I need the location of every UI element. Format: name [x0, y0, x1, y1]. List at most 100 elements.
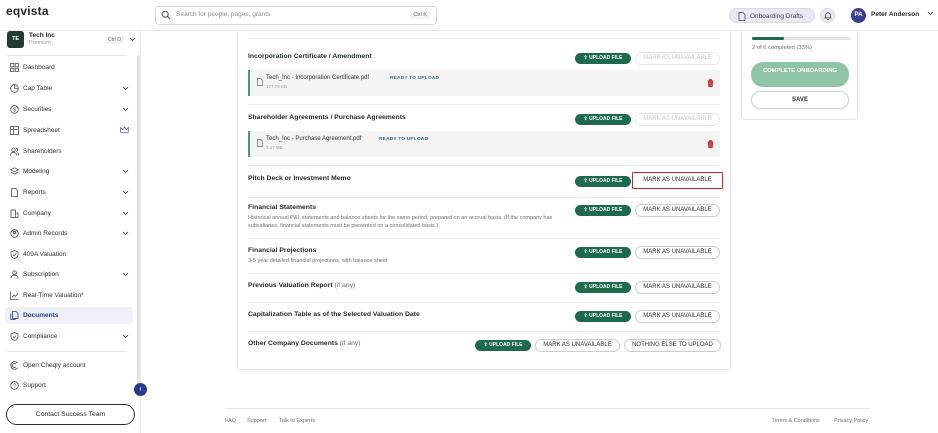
footer-link-terms[interactable]: Terms & Conditions — [772, 418, 820, 424]
upload-file-button[interactable]: ⇪ UPLOAD FILE — [575, 282, 631, 293]
sidebar-item-label: Support — [23, 382, 46, 389]
dollar-icon: $ — [10, 105, 19, 114]
document-description: 3-5 year detailed financial projections,… — [248, 258, 388, 264]
sidebar-item-real-time-valuation[interactable]: Real-Time Valuation* — [5, 287, 133, 304]
sidebar-item-spreadsheet[interactable]: Spreadsheet — [5, 122, 133, 139]
company-shortcut: Ctrl O — [106, 36, 124, 44]
chevron-down-icon — [122, 169, 129, 174]
sidebar-item-dashboard[interactable]: Dashboard — [5, 59, 133, 76]
footer-link-faq[interactable]: FAQ — [225, 418, 236, 424]
sidebar-item-reports[interactable]: Reports — [5, 184, 133, 201]
divider — [248, 197, 720, 198]
upload-label: UPLOAD FILE — [589, 55, 623, 61]
top-bar: eqvista Search for people, pages, grants… — [0, 0, 938, 31]
document-description: Historical annual P&L statements and bal… — [248, 215, 553, 229]
help-circle-icon: ? — [10, 381, 19, 390]
company-plan: Premium — [29, 40, 52, 46]
divider — [7, 351, 127, 352]
file-item: Tech_Inc - Purchase Agreement.pdf 3.17 M… — [248, 131, 720, 157]
upload-label: UPLOAD FILE — [589, 178, 623, 184]
layers-icon — [10, 167, 19, 175]
onboarding-drafts-button[interactable]: Onboarding Drafts — [729, 8, 815, 23]
logo[interactable]: eqvista — [6, 4, 49, 18]
company-switcher[interactable]: TE Tech Inc Premium Ctrl O — [7, 31, 136, 51]
divider — [248, 238, 720, 239]
sidebar: TE Tech Inc Premium Ctrl O Dashboard Cap… — [0, 31, 147, 433]
company-name: Tech Inc — [29, 32, 55, 39]
sidebar-scrollbar[interactable] — [137, 55, 140, 385]
upload-file-button[interactable]: ⇪ UPLOAD FILE — [575, 247, 631, 258]
svg-text:$: $ — [13, 108, 16, 114]
mark-unavailable-button[interactable]: MARK AS UNAVAILABLE — [635, 310, 720, 323]
progress-bar — [752, 37, 850, 40]
document-title: Previous Valuation Report (if any) — [248, 282, 355, 289]
divider — [248, 302, 720, 303]
sidebar-item-409a-valuation[interactable]: 409A Valuation — [5, 246, 133, 263]
mark-unavailable-button[interactable]: MARK AS UNAVAILABLE — [635, 204, 720, 217]
upload-file-button[interactable]: ⇪ UPLOAD FILE — [475, 340, 531, 351]
sidebar-item-subscription[interactable]: Subscription — [5, 266, 133, 283]
upload-label: UPLOAD FILE — [589, 207, 623, 213]
nothing-else-to-upload-button[interactable]: NOTHING ELSE TO UPLOAD — [624, 339, 721, 352]
crown-icon — [120, 126, 129, 133]
search-icon — [161, 10, 171, 20]
save-button[interactable]: SAVE — [751, 91, 849, 109]
footer-link-talk-to-experts[interactable]: Talk to Experts — [279, 418, 315, 424]
bell-icon — [824, 12, 832, 20]
upload-file-button[interactable]: ⇪ UPLOAD FILE — [575, 114, 631, 125]
mark-unavailable-button[interactable]: MARK AS UNAVAILABLE — [635, 52, 720, 65]
sidebar-item-shareholders[interactable]: Shareholders — [5, 143, 133, 160]
chevron-down-icon — [122, 334, 129, 339]
mark-unavailable-button[interactable]: MARK AS UNAVAILABLE — [535, 339, 620, 352]
search-input[interactable]: Search for people, pages, grants Ctrl K — [155, 6, 437, 25]
upload-file-button[interactable]: ⇪ UPLOAD FILE — [575, 53, 631, 64]
search-placeholder: Search for people, pages, grants — [176, 11, 271, 18]
footer-link-support[interactable]: Support — [247, 418, 266, 424]
mark-unavailable-button[interactable]: MARK AS UNAVAILABLE — [635, 113, 720, 126]
sidebar-item-securities[interactable]: $ Securities — [5, 101, 133, 118]
upload-label: UPLOAD FILE — [589, 313, 623, 319]
sidebar-item-documents[interactable]: Documents — [5, 307, 133, 324]
grid-icon — [10, 63, 19, 72]
divider — [248, 104, 720, 105]
sidebar-item-cap-table[interactable]: Cap Table — [5, 80, 133, 97]
optional-tag: (if any) — [334, 282, 356, 289]
mark-unavailable-button[interactable]: MARK AS UNAVAILABLE — [632, 172, 723, 189]
sidebar-item-label: Reports — [23, 189, 46, 196]
chevron-down-icon — [122, 231, 129, 236]
collapse-sidebar-button[interactable]: ‹ — [134, 383, 147, 396]
upload-file-button[interactable]: ⇪ UPLOAD FILE — [575, 205, 631, 216]
sidebar-item-label: Open Cheqly account — [23, 362, 86, 369]
sidebar-item-modeling[interactable]: Modeling — [5, 163, 133, 180]
avatar[interactable]: PA — [851, 8, 866, 23]
upload-file-button[interactable]: ⇪ UPLOAD FILE — [575, 176, 631, 187]
sidebar-item-company[interactable]: Company — [5, 205, 133, 222]
divider — [248, 165, 720, 166]
file-icon — [257, 78, 263, 86]
mark-unavailable-button[interactable]: MARK AS UNAVAILABLE — [635, 246, 720, 259]
sidebar-item-admin-records[interactable]: Admin Records — [5, 225, 133, 242]
trash-icon[interactable] — [707, 79, 714, 87]
optional-tag: (if any) — [339, 340, 361, 347]
mark-unavailable-button[interactable]: MARK AS UNAVAILABLE — [635, 281, 720, 294]
trash-icon[interactable] — [707, 140, 714, 148]
contact-success-team-button[interactable]: Contact Success Team — [6, 404, 135, 425]
sidebar-item-compliance[interactable]: Compliance — [5, 328, 133, 345]
file-name: Tech_Inc - Purchase Agreement.pdf — [266, 136, 362, 142]
complete-onboarding-button[interactable]: COMPLETE ONBOARDING — [751, 62, 849, 87]
notifications-button[interactable] — [820, 8, 835, 23]
pie-icon — [10, 84, 19, 93]
upload-label: UPLOAD FILE — [589, 116, 623, 122]
shield-check-icon — [10, 250, 19, 259]
sidebar-item-support[interactable]: ? Support — [5, 377, 133, 394]
sidebar-item-open-cheqly-account[interactable]: Open Cheqly account — [5, 357, 133, 374]
shield-check-icon — [10, 332, 19, 341]
users-icon — [10, 147, 19, 156]
chevron-down-icon[interactable] — [927, 11, 934, 16]
user-name[interactable]: Peter Anderson — [871, 11, 919, 18]
sidebar-item-label: Documents — [23, 312, 59, 319]
document-title: Shareholder Agreements / Purchase Agreem… — [248, 114, 406, 121]
footer-link-privacy[interactable]: Privacy Policy — [834, 418, 868, 424]
upload-file-button[interactable]: ⇪ UPLOAD FILE — [575, 311, 631, 322]
divider — [248, 273, 720, 274]
